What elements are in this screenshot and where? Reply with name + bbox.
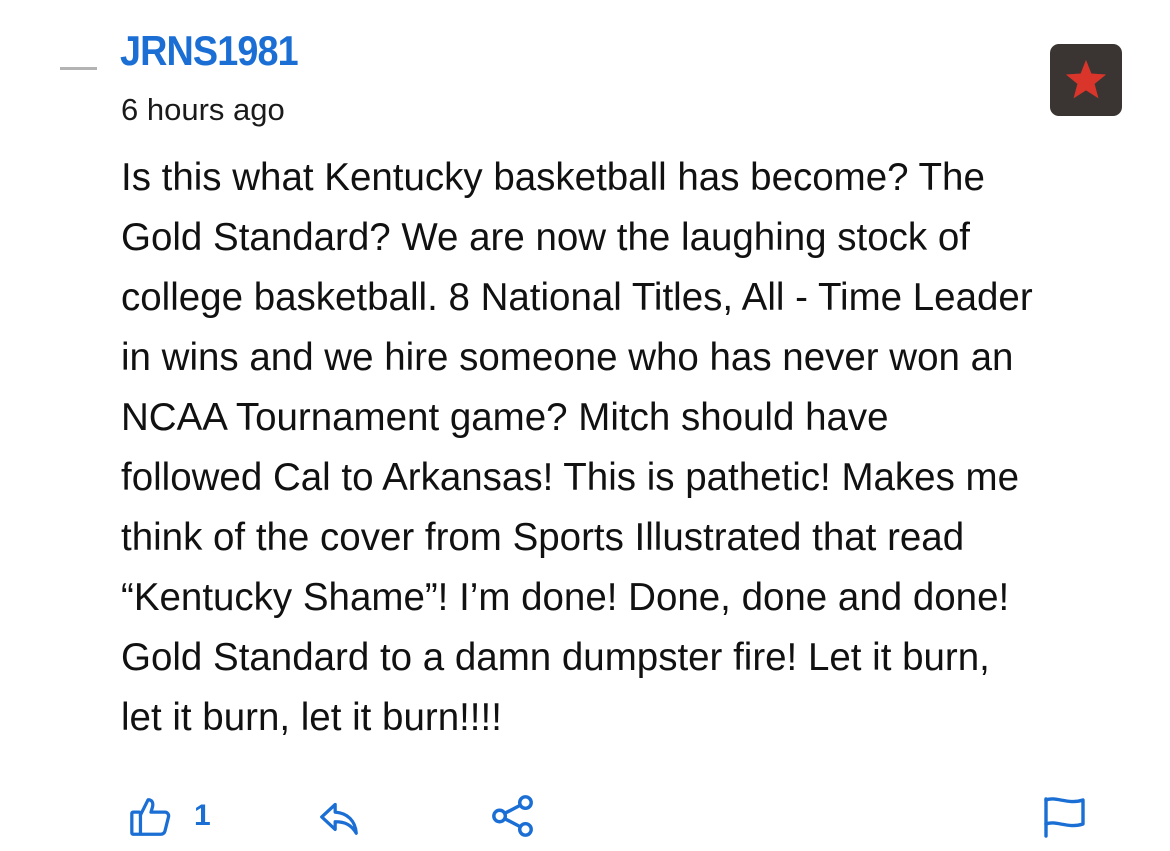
comment-line: Gold Standard? We are now the laughing s… <box>121 216 970 259</box>
comment-line: Gold Standard to a damn dumpster fire! L… <box>121 636 990 679</box>
share-icon <box>492 795 533 837</box>
comment-line: followed Cal to Arkansas! This is pathet… <box>121 456 1020 499</box>
like-count: 1 <box>194 799 211 832</box>
comment-body: Is this what Kentucky basketball has bec… <box>121 148 1141 748</box>
reply-arrow-icon <box>320 802 358 835</box>
comment-username[interactable]: JRNS1981 <box>120 28 299 74</box>
collapse-dash-icon[interactable] <box>60 67 97 70</box>
flag-icon <box>1044 797 1085 838</box>
star-icon <box>1065 59 1107 99</box>
star-badge <box>1050 44 1122 116</box>
share-button[interactable] <box>490 790 536 842</box>
comment-line: college basketball. 8 National Titles, A… <box>121 276 1033 319</box>
comment-line: “Kentucky Shame”! I’m done! Done, done a… <box>121 576 1010 619</box>
reply-button[interactable] <box>316 790 362 842</box>
comment-timestamp: 6 hours ago <box>121 92 285 127</box>
comment-line: in wins and we hire someone who has neve… <box>121 336 1014 379</box>
comment-line: NCAA Tournament game? Mitch should have <box>121 396 889 439</box>
like-button[interactable]: 1 <box>128 790 211 842</box>
thumbs-up-icon <box>130 798 171 836</box>
comment-line: Is this what Kentucky basketball has bec… <box>121 156 985 199</box>
comment-line: let it burn, let it burn!!!! <box>121 696 502 739</box>
comment-line: think of the cover from Sports Illustrat… <box>121 516 965 559</box>
report-button[interactable] <box>1040 790 1088 842</box>
